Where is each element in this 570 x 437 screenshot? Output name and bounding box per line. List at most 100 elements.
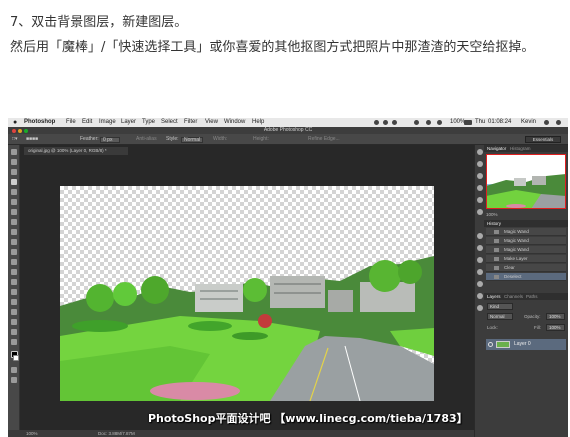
watermark-text: PhotoShop平面设计吧 【www.linecg.com/tieba/178… <box>148 412 468 425</box>
minimize-window-icon[interactable] <box>18 129 22 133</box>
antialias-checkbox[interactable]: Anti-alias <box>136 134 157 145</box>
tab-histogram[interactable]: Histogram <box>510 145 531 152</box>
document-tab[interactable]: original.jpg @ 100% (Layer 0, RGB/8) * <box>24 147 128 155</box>
battery-icon[interactable] <box>464 120 472 125</box>
app-title: Adobe Photoshop CC <box>263 127 313 133</box>
volume-icon[interactable] <box>437 120 442 125</box>
move-tool-icon[interactable] <box>11 149 17 155</box>
user-name[interactable]: Kevin <box>521 118 536 127</box>
hand-tool-icon[interactable] <box>11 329 17 335</box>
history-brush-tool-icon[interactable] <box>11 239 17 245</box>
navigator-view-frame[interactable] <box>486 154 566 209</box>
type-tool-icon[interactable] <box>11 299 17 305</box>
spotlight-icon[interactable] <box>544 120 549 125</box>
actions-panel-icon[interactable] <box>477 269 483 275</box>
paragraph-panel-icon[interactable] <box>477 197 483 203</box>
layer-row[interactable]: Layer 0 <box>486 339 566 350</box>
history-item-label: Magic Wand <box>504 229 529 234</box>
close-window-icon[interactable] <box>12 129 16 133</box>
refine-edge-button[interactable]: Refine Edge... <box>308 134 340 145</box>
navigator-zoom[interactable]: 100% <box>484 212 568 218</box>
screen-mode-icon[interactable] <box>11 377 17 383</box>
bluetooth-icon[interactable] <box>414 120 419 125</box>
layer-comps-panel-icon[interactable] <box>477 305 483 311</box>
menu-image[interactable]: Image <box>99 118 116 127</box>
character-panel-icon[interactable] <box>477 185 483 191</box>
history-item[interactable]: Magic Wand <box>486 228 566 236</box>
history-item[interactable]: Magic Wand <box>486 237 566 245</box>
document-canvas[interactable] <box>60 186 434 401</box>
menu-file[interactable]: File <box>66 118 76 127</box>
properties-panel-icon[interactable] <box>477 161 483 167</box>
history-panel-icon[interactable] <box>477 149 483 155</box>
menu-photoshop[interactable]: Photoshop <box>24 118 55 127</box>
menu-window[interactable]: Window <box>224 118 245 127</box>
instruction-caption: 然后用「魔棒」/「快速选择工具」或你喜爱的其他抠图方式把照片中那渣渣的天空给抠掉… <box>10 40 535 55</box>
pen-tool-icon[interactable] <box>11 289 17 295</box>
apple-menu-icon[interactable]: ● <box>13 118 17 127</box>
workspace-switcher[interactable]: Essentials <box>525 136 561 143</box>
zoom-level[interactable]: 100% <box>26 430 38 437</box>
selection-mode-icons[interactable]: ■■■■ <box>26 134 38 145</box>
path-selection-tool-icon[interactable] <box>11 309 17 315</box>
tab-history[interactable]: History <box>487 220 501 227</box>
tab-paths[interactable]: Paths <box>526 293 538 300</box>
status-icon[interactable] <box>374 120 379 125</box>
navigator-tabs: Navigator Histogram <box>484 145 568 152</box>
shape-tool-icon[interactable] <box>11 319 17 325</box>
eraser-tool-icon[interactable] <box>11 249 17 255</box>
marquee-tool-icon[interactable] <box>11 159 17 165</box>
menu-type[interactable]: Type <box>142 118 155 127</box>
layer-name[interactable]: Layer 0 <box>514 341 531 347</box>
fill-input[interactable]: 100% <box>546 324 565 331</box>
tab-navigator[interactable]: Navigator <box>487 145 506 152</box>
history-item[interactable]: Make Layer <box>486 255 566 263</box>
notification-icon[interactable] <box>556 120 561 125</box>
history-item[interactable]: Clear <box>486 264 566 272</box>
menu-select[interactable]: Select <box>161 118 178 127</box>
menu-filter[interactable]: Filter <box>184 118 197 127</box>
blend-mode-select[interactable]: Normal <box>487 313 513 320</box>
visibility-eye-icon[interactable] <box>488 342 493 347</box>
magic-wand-icon <box>494 248 499 252</box>
document-size[interactable]: Doc: 3.88M/7.87M <box>98 430 135 437</box>
crop-tool-icon[interactable] <box>11 189 17 195</box>
tab-channels[interactable]: Channels <box>504 293 523 300</box>
tab-layers[interactable]: Layers <box>487 293 501 300</box>
zoom-tool-icon[interactable] <box>11 339 17 345</box>
magic-wand-tool-icon[interactable] <box>11 179 17 185</box>
lasso-tool-icon[interactable] <box>11 169 17 175</box>
menu-view[interactable]: View <box>205 118 218 127</box>
background-color-swatch[interactable] <box>13 355 19 361</box>
gradient-tool-icon[interactable] <box>11 259 17 265</box>
brush-panel-icon[interactable] <box>477 173 483 179</box>
marquee-tool-preset[interactable]: □▾ <box>12 134 18 145</box>
eyedropper-tool-icon[interactable] <box>11 199 17 205</box>
clone-stamp-tool-icon[interactable] <box>11 229 17 235</box>
feather-input[interactable]: 0 px <box>100 137 120 143</box>
zoom-window-icon[interactable] <box>24 129 28 133</box>
style-select[interactable]: Normal <box>181 137 203 143</box>
kind-filter-select[interactable]: Kind <box>487 303 513 310</box>
swatches-panel-icon[interactable] <box>477 209 483 215</box>
menu-help[interactable]: Help <box>252 118 264 127</box>
dodge-tool-icon[interactable] <box>11 279 17 285</box>
info-panel-icon[interactable] <box>477 257 483 263</box>
adjustments-panel-icon[interactable] <box>477 233 483 239</box>
opacity-input[interactable]: 100% <box>546 313 565 320</box>
history-item-selected[interactable]: Deselect <box>486 273 566 281</box>
blur-tool-icon[interactable] <box>11 269 17 275</box>
menu-edit[interactable]: Edit <box>82 118 92 127</box>
status-icon[interactable] <box>383 120 388 125</box>
brush-tool-icon[interactable] <box>11 219 17 225</box>
quick-mask-icon[interactable] <box>11 367 17 373</box>
tool-presets-panel-icon[interactable] <box>477 281 483 287</box>
clone-source-panel-icon[interactable] <box>477 293 483 299</box>
menu-layer[interactable]: Layer <box>121 118 136 127</box>
healing-brush-tool-icon[interactable] <box>11 209 17 215</box>
fill-label: Fill: <box>534 325 541 330</box>
wifi-icon[interactable] <box>426 120 431 125</box>
styles-panel-icon[interactable] <box>477 245 483 251</box>
history-item[interactable]: Magic Wand <box>486 246 566 254</box>
status-icon[interactable] <box>392 120 397 125</box>
